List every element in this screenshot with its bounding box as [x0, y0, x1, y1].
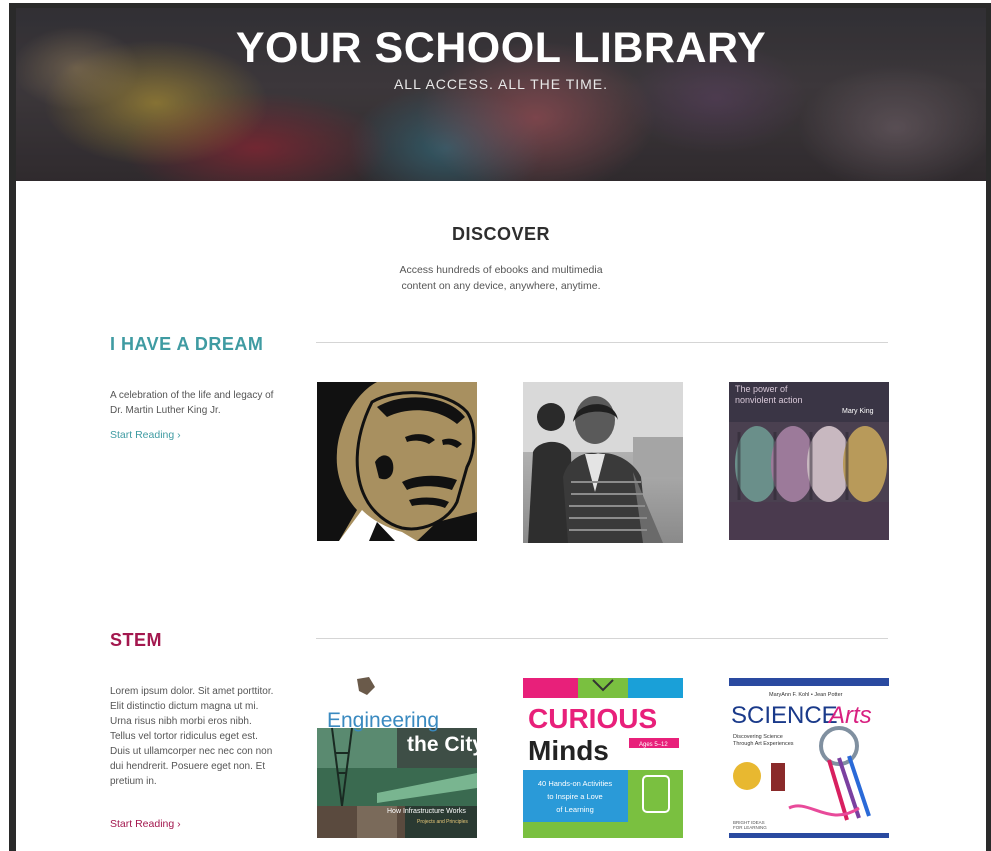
section-description-stem: Lorem ipsum dolor. Sit amet porttitor. E…: [110, 686, 274, 787]
start-reading-link-stem[interactable]: Start Reading ›: [110, 818, 181, 830]
cover-subtitle-2: Through Art Experiences: [733, 741, 794, 747]
hero-banner: YOUR SCHOOL LIBRARY ALL ACCESS. ALL THE …: [16, 8, 986, 181]
engineering-city-cover: Engineering the City How Infrastructure …: [317, 673, 477, 838]
cover-series-2: FOR LEARNING: [733, 825, 767, 830]
science-arts-cover: MaryAnn F. Kohl • Jean Potter SCIENCE Ar…: [729, 678, 889, 838]
page: YOUR SCHOOL LIBRARY ALL ACCESS. ALL THE …: [16, 8, 986, 851]
hero-title: YOUR SCHOOL LIBRARY: [235, 24, 767, 72]
cover-title-1: SCIENCE: [731, 702, 838, 729]
book-cover-nonviolent-action[interactable]: The power of nonviolent action Mary King: [729, 382, 889, 540]
cover-tagline-3: of Learning: [556, 805, 594, 814]
cover-tagline-2: to Inspire a Love: [547, 792, 602, 801]
section-title-stem: STEM: [110, 630, 163, 650]
cover-subtitle-2: Projects and Principles: [417, 819, 468, 825]
cover-ages: Ages 5–12: [639, 742, 668, 748]
book-cover-curious-minds[interactable]: CURIOUS Minds Ages 5–12 40 Hands-on Acti…: [523, 678, 683, 838]
book-cover-science-arts[interactable]: MaryAnn F. Kohl • Jean Potter SCIENCE Ar…: [729, 678, 889, 838]
discover-heading: DISCOVER: [451, 224, 551, 244]
section-title-dream: I HAVE A DREAM: [110, 334, 264, 354]
nonviolent-action-cover: The power of nonviolent action Mary King: [729, 382, 889, 540]
cover-author: Mary King: [842, 408, 874, 415]
cover-text-line2: nonviolent action: [735, 395, 803, 405]
discover-description: Access hundreds of ebooks and multimedia…: [399, 264, 603, 292]
cover-subtitle-1: Discovering Science: [733, 734, 783, 740]
cover-authors: MaryAnn F. Kohl • Jean Potter: [769, 692, 843, 698]
cover-title-1: CURIOUS: [528, 703, 657, 734]
book-cover-engineering-city[interactable]: Engineering the City How Infrastructure …: [317, 673, 477, 838]
book-cover-rosa-parks[interactable]: [523, 382, 683, 543]
cover-tagline-1: 40 Hands-on Activities: [538, 779, 612, 788]
cover-subtitle: How Infrastructure Works: [387, 808, 466, 815]
cover-title-2: Arts: [827, 702, 872, 729]
cover-text-line1: The power of: [735, 384, 788, 394]
section-divider: [316, 638, 888, 639]
book-cover-mlk[interactable]: [317, 382, 477, 541]
mlk-illustration: [317, 382, 477, 541]
cover-title-1: Engineering: [327, 709, 439, 732]
rosa-parks-photo: [523, 382, 683, 543]
cover-title-2: Minds: [528, 735, 609, 766]
browser-frame: YOUR SCHOOL LIBRARY ALL ACCESS. ALL THE …: [9, 3, 991, 851]
cover-title-2: the City: [407, 733, 477, 756]
section-description-dream: A celebration of the life and legacy of …: [110, 390, 274, 416]
start-reading-link-dream[interactable]: Start Reading ›: [110, 429, 181, 441]
section-divider: [316, 342, 888, 343]
hero-subtitle: ALL ACCESS. ALL THE TIME.: [393, 76, 609, 92]
curious-minds-cover: CURIOUS Minds Ages 5–12 40 Hands-on Acti…: [523, 678, 683, 838]
